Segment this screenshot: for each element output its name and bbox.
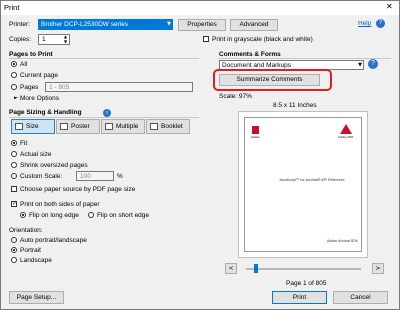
printer-select-value: Brother DCP-L2530DW series [41, 21, 129, 28]
paper-source-label: Choose paper source by PDF page size [20, 186, 136, 193]
title-bar: Print ✕ [1, 1, 399, 15]
advanced-button[interactable]: Advanced [230, 19, 278, 31]
help-icon[interactable]: ? [368, 59, 378, 69]
custom-scale-input[interactable]: 100 [76, 171, 114, 181]
radio-shrink[interactable] [11, 162, 17, 168]
copies-stepper[interactable]: ▲ ▼ [64, 34, 67, 44]
radio-long-edge[interactable] [20, 212, 26, 218]
paper-source-checkbox[interactable] [11, 186, 17, 192]
comments-select-value: Document and Markups [222, 62, 292, 69]
pages-range-input[interactable]: 1 - 805 [45, 82, 193, 92]
pages-heading: Pages to Print [9, 51, 53, 58]
adobe-logo [252, 126, 259, 134]
expand-arrow-icon[interactable]: ► [14, 95, 18, 101]
comments-heading: Comments & Forms [219, 51, 281, 58]
radio-short-edge-label: Flip on short edge [97, 212, 150, 219]
properties-button[interactable]: Properties [178, 19, 226, 31]
chevron-down-icon: ▼ [358, 62, 362, 68]
radio-shrink-label: Shrink oversized pages [20, 162, 88, 169]
radio-current-label: Current page [20, 72, 58, 79]
radio-long-edge-label: Flip on long edge [29, 212, 79, 219]
radio-actual-size[interactable] [11, 151, 17, 157]
paper-size-label: 8.5 x 11 Inches [273, 102, 317, 109]
preview-sheet: Adobe Adobe PDF JavaScript™ for Acrobat®… [238, 111, 368, 258]
radio-all-label: All [20, 61, 28, 68]
summarize-comments-button[interactable]: Summarize Comments [219, 74, 320, 86]
radio-fit-label: Fit [20, 140, 28, 147]
info-icon[interactable]: i [103, 109, 111, 117]
radio-current-page[interactable] [11, 72, 17, 78]
radio-landscape[interactable] [11, 257, 17, 263]
orientation-heading: Orientation: [9, 227, 43, 234]
pdf-logo [340, 124, 352, 134]
page-slider-thumb[interactable] [254, 264, 258, 273]
grayscale-label: Print in grayscale (black and white) [212, 36, 313, 43]
radio-pages[interactable] [11, 84, 17, 90]
adobe-logo-text: Adobe [251, 135, 260, 139]
booklet-icon [150, 123, 158, 130]
preview-page: Adobe Adobe PDF JavaScript™ for Acrobat®… [244, 117, 362, 252]
percent-label: % [117, 173, 123, 180]
close-icon[interactable]: ✕ [386, 2, 393, 11]
size-icon [15, 123, 23, 130]
radio-custom-label: Custom Scale: [20, 173, 63, 180]
both-sides-checkbox[interactable] [11, 200, 17, 207]
print-dialog: Print ✕ Printer: Brother DCP-L2530DW ser… [0, 0, 400, 310]
radio-auto-label: Auto portrait/landscape [20, 237, 87, 244]
page-setup-button[interactable]: Page Setup... [9, 291, 64, 304]
radio-fit[interactable] [11, 140, 17, 146]
tab-poster[interactable]: Poster [56, 119, 100, 134]
radio-all[interactable] [11, 61, 17, 67]
tab-booklet-label: Booklet [161, 123, 183, 130]
divider [9, 117, 199, 118]
divider [9, 58, 199, 59]
preview-doc-title: JavaScript™ for Acrobat® API Reference [279, 178, 345, 182]
cancel-button[interactable]: Cancel [333, 291, 388, 304]
radio-landscape-label: Landscape [20, 257, 52, 264]
more-options-link[interactable]: More Options [20, 95, 59, 102]
previous-page-button[interactable]: < [225, 263, 237, 274]
preview-doc-footer: Adobe Acrobat SDK [327, 239, 359, 243]
printer-select[interactable]: Brother DCP-L2530DW series ▼ [38, 19, 173, 30]
window-title: Print [4, 3, 20, 12]
sizing-tabs: Size Poster Multiple Booklet [11, 119, 191, 134]
print-button[interactable]: Print [272, 291, 327, 304]
tab-size[interactable]: Size [11, 119, 55, 134]
radio-custom-scale[interactable] [11, 173, 17, 179]
printer-label: Printer: [9, 21, 30, 28]
scale-label: Scale: 97% [219, 93, 252, 100]
sizing-heading: Page Sizing & Handling [9, 109, 82, 116]
grayscale-checkbox[interactable] [203, 36, 209, 42]
copies-label: Copies: [9, 36, 32, 43]
help-icon[interactable]: ? [376, 19, 385, 28]
chevron-down-icon: ▼ [167, 21, 171, 27]
pdf-logo-text: Adobe PDF [338, 135, 354, 139]
tab-size-label: Size [26, 123, 39, 130]
tab-multiple-label: Multiple [116, 123, 139, 130]
radio-actual-label: Actual size [20, 151, 52, 158]
tab-booklet[interactable]: Booklet [146, 119, 190, 134]
multiple-icon [105, 123, 113, 130]
page-indicator: Page 1 of 805 [286, 280, 327, 287]
radio-short-edge[interactable] [88, 212, 94, 218]
poster-icon [60, 123, 68, 130]
page-slider-track[interactable] [246, 268, 361, 270]
tab-multiple[interactable]: Multiple [101, 119, 145, 134]
next-page-button[interactable]: > [372, 263, 384, 274]
tab-poster-label: Poster [71, 123, 90, 130]
help-link[interactable]: Help [358, 20, 371, 27]
radio-pages-label: Pages [20, 84, 39, 91]
radio-auto-orientation[interactable] [11, 237, 17, 243]
radio-portrait-label: Portrait [20, 247, 41, 254]
both-sides-label: Print on both sides of paper [20, 201, 100, 208]
divider [219, 58, 391, 59]
radio-portrait[interactable] [11, 247, 17, 253]
